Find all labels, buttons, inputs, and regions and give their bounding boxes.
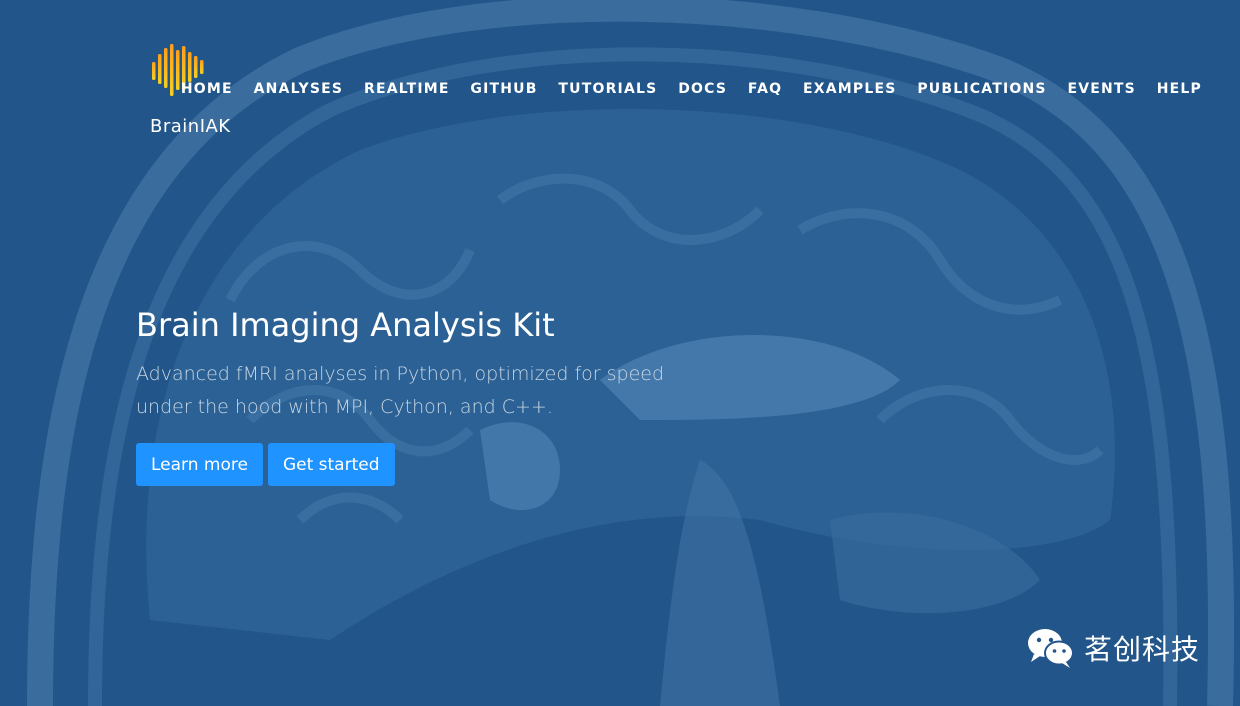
nav-item-github[interactable]: GITHUB — [460, 81, 548, 97]
brand-name: BrainIAK — [150, 116, 231, 137]
nav-item-events[interactable]: EVENTS — [1057, 81, 1146, 97]
nav-item-faq[interactable]: FAQ — [738, 81, 793, 97]
nav-item-examples[interactable]: EXAMPLES — [793, 81, 907, 97]
nav-item-analyses[interactable]: ANALYSES — [243, 81, 353, 97]
get-started-button[interactable]: Get started — [267, 443, 395, 486]
nav-item-publications[interactable]: PUBLICATIONS — [907, 81, 1057, 97]
hero-actions: Learn more Get started — [136, 443, 395, 486]
nav-item-home[interactable]: HOME — [171, 81, 244, 97]
nav-item-realtime[interactable]: REALTIME — [354, 81, 460, 97]
wechat-icon — [1027, 629, 1074, 668]
hero-title: Brain Imaging Analysis Kit — [136, 306, 555, 344]
main-nav: HOME ANALYSES REALTIME GITHUB TUTORIALS … — [171, 81, 1203, 97]
watermark: 茗创科技 — [1026, 626, 1200, 670]
nav-item-help[interactable]: HELP — [1146, 81, 1202, 97]
hero-subtitle: Advanced fMRI analyses in Python, optimi… — [136, 363, 665, 418]
learn-more-button[interactable]: Learn more — [136, 443, 263, 486]
watermark-text: 茗创科技 — [1083, 633, 1200, 666]
nav-item-tutorials[interactable]: TUTORIALS — [548, 81, 668, 97]
nav-item-docs[interactable]: DOCS — [668, 81, 738, 97]
